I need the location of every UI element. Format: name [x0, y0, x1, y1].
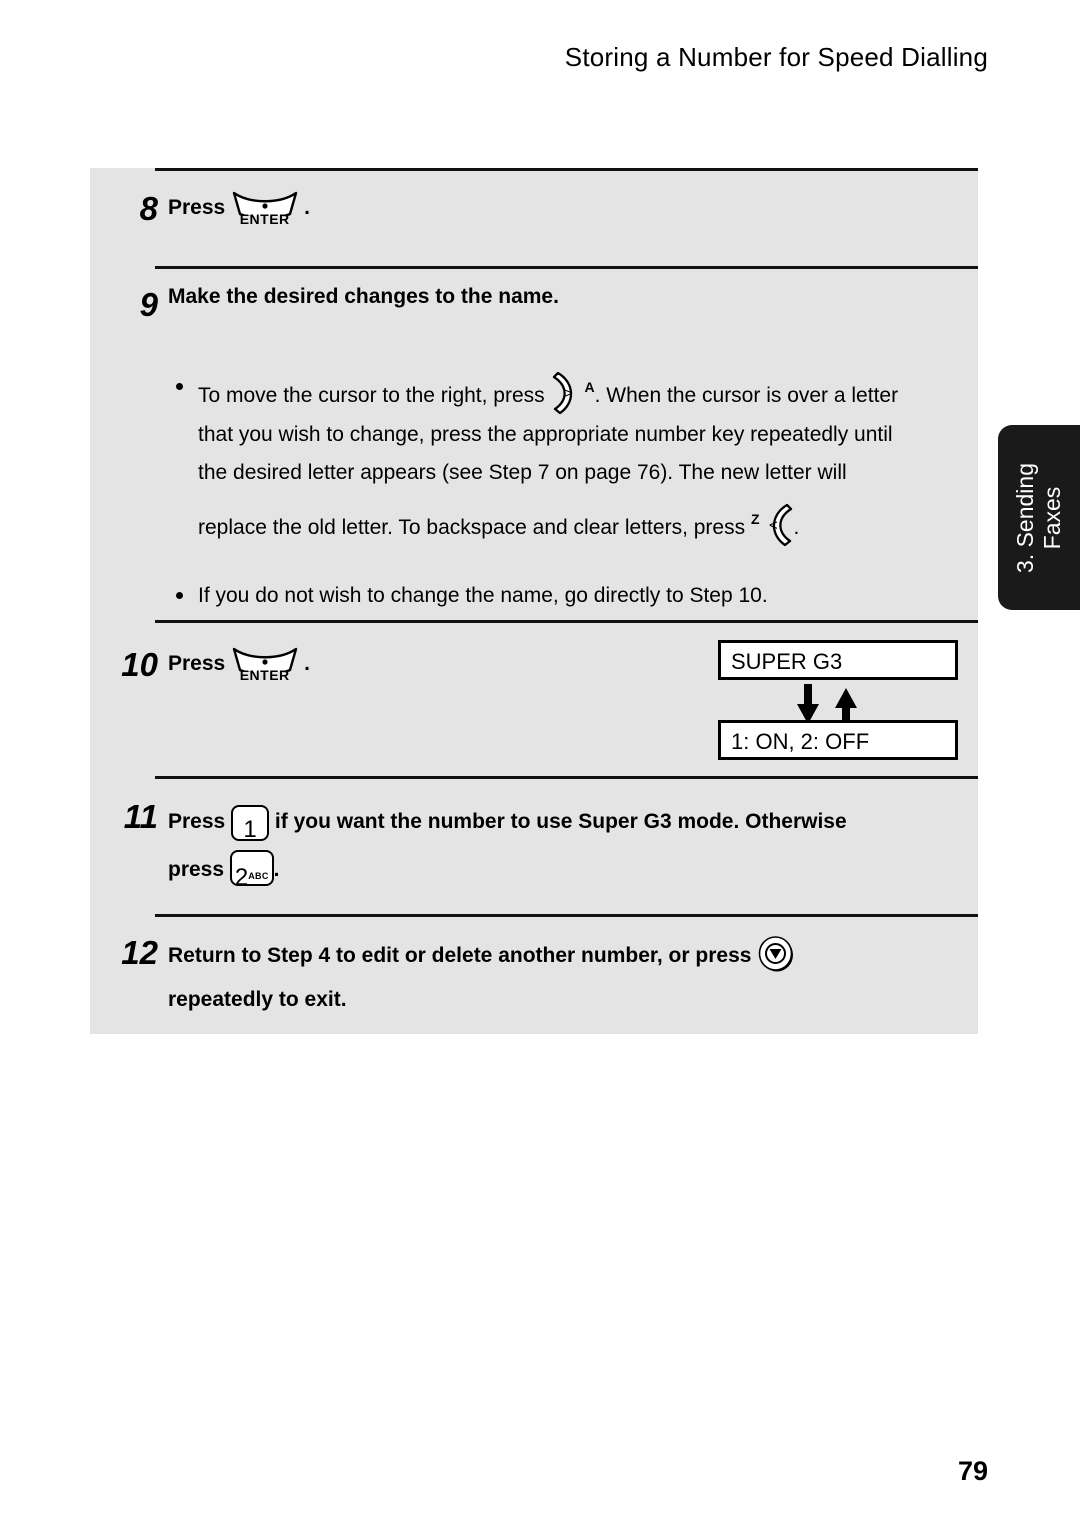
bullet-1-text-part2: . When the cursor is over a letter	[594, 384, 899, 407]
bullet-item-cursor: To move the cursor to the right, press >…	[168, 368, 968, 416]
chapter-side-tab-text: 3. Sending Faxes	[1012, 463, 1066, 573]
lcd-bottom-text: 1: ON, 2: OFF	[731, 729, 870, 754]
number-key-2-digit: 2	[234, 864, 249, 891]
bullet-1-line4b: .	[793, 516, 800, 539]
number-key-1-digit: 1	[243, 816, 257, 843]
bullet-item-cursor-line2: that you wish to change, press the appro…	[168, 416, 968, 454]
right-arrow-key-icon[interactable]: >	[551, 370, 585, 416]
enter-key-label: ENTER	[239, 667, 290, 683]
lcd-display-top: SUPER G3	[718, 640, 958, 680]
page-title: Storing a Number for Speed Dialling	[564, 42, 988, 72]
svg-text:<: <	[769, 517, 778, 534]
arrow-down-icon	[797, 684, 819, 724]
lcd-top-text: SUPER G3	[731, 649, 843, 674]
step-9-heading: Make the desired changes to the name.	[168, 285, 559, 308]
step-10-trailing-period: .	[304, 652, 310, 675]
divider-after-step-10	[155, 776, 978, 779]
bullet-dot-icon	[176, 383, 183, 390]
step-8-number: 8	[139, 190, 158, 227]
left-arrow-key-shape: <	[769, 503, 792, 547]
bullet-dot-icon	[176, 592, 183, 599]
number-key-1-icon[interactable]: 1	[231, 805, 270, 843]
svg-text:>: >	[564, 385, 573, 402]
number-key-2-icon[interactable]: 2ABC	[229, 850, 274, 891]
step-9-bullet-list: To move the cursor to the right, press >…	[168, 368, 968, 615]
enter-key-icon[interactable]: ENTER	[232, 190, 298, 230]
bullet-item-skip: If you do not wish to change the name, g…	[168, 577, 968, 615]
step-11-text-d: .	[273, 858, 280, 881]
chapter-side-tab-line2: Faxes	[1039, 486, 1065, 549]
right-arrow-key-shape: >	[552, 371, 573, 415]
left-arrow-key-icon[interactable]: <	[760, 502, 794, 548]
bullet-1-line3: the desired letter appears (see Step 7 o…	[198, 461, 847, 484]
stop-key-shape	[758, 936, 794, 972]
step-10-number: 10	[121, 646, 158, 683]
stop-key-icon[interactable]	[757, 935, 795, 973]
divider-after-step-9	[155, 620, 978, 623]
step-10-press-label: Press	[168, 652, 226, 675]
step-12-text-b: repeatedly to exit.	[168, 988, 347, 1011]
step-12-text-a: Return to Step 4 to edit or delete anoth…	[168, 944, 752, 967]
lcd-display-bottom: 1: ON, 2: OFF	[718, 720, 958, 760]
page-number: 79	[957, 1456, 988, 1486]
enter-key-label: ENTER	[239, 211, 290, 227]
bullet-1-line2: that you wish to change, press the appro…	[198, 423, 893, 446]
step-11-text-c: press	[168, 858, 225, 881]
bullet-2-text: If you do not wish to change the name, g…	[198, 584, 768, 607]
chapter-side-tab: 3. Sending Faxes	[998, 425, 1080, 610]
bullet-1-line4a: replace the old letter. To backspace and…	[198, 516, 746, 539]
divider-after-step-8	[155, 266, 978, 269]
divider-after-step-11	[155, 914, 978, 917]
divider-top	[155, 168, 978, 171]
number-key-2-letters: ABC	[248, 871, 269, 881]
bullet-1-text-part1: To move the cursor to the right, press	[198, 384, 545, 407]
step-11-text-b: if you want the number to use Super G3 m…	[274, 810, 847, 833]
instruction-panel: 8 Press ENTER . 9 Make the desired chang…	[90, 168, 978, 1034]
step-9-number: 9	[139, 286, 158, 323]
step-11-number: 11	[123, 798, 158, 835]
bullet-item-cursor-line3: the desired letter appears (see Step 7 o…	[168, 454, 968, 492]
step-8-press-label: Press	[168, 196, 226, 219]
step-8-trailing-period: .	[304, 196, 310, 219]
step-12-number: 12	[121, 934, 158, 971]
bullet-item-cursor-line4: replace the old letter. To backspace and…	[168, 492, 968, 555]
chapter-side-tab-line1: 3. Sending	[1012, 462, 1038, 573]
step-11-text-a: Press	[168, 810, 226, 833]
right-arrow-key-superscript: A	[584, 379, 595, 395]
enter-key-icon[interactable]: ENTER	[232, 646, 298, 686]
left-arrow-key-superscript: Z	[750, 511, 760, 527]
